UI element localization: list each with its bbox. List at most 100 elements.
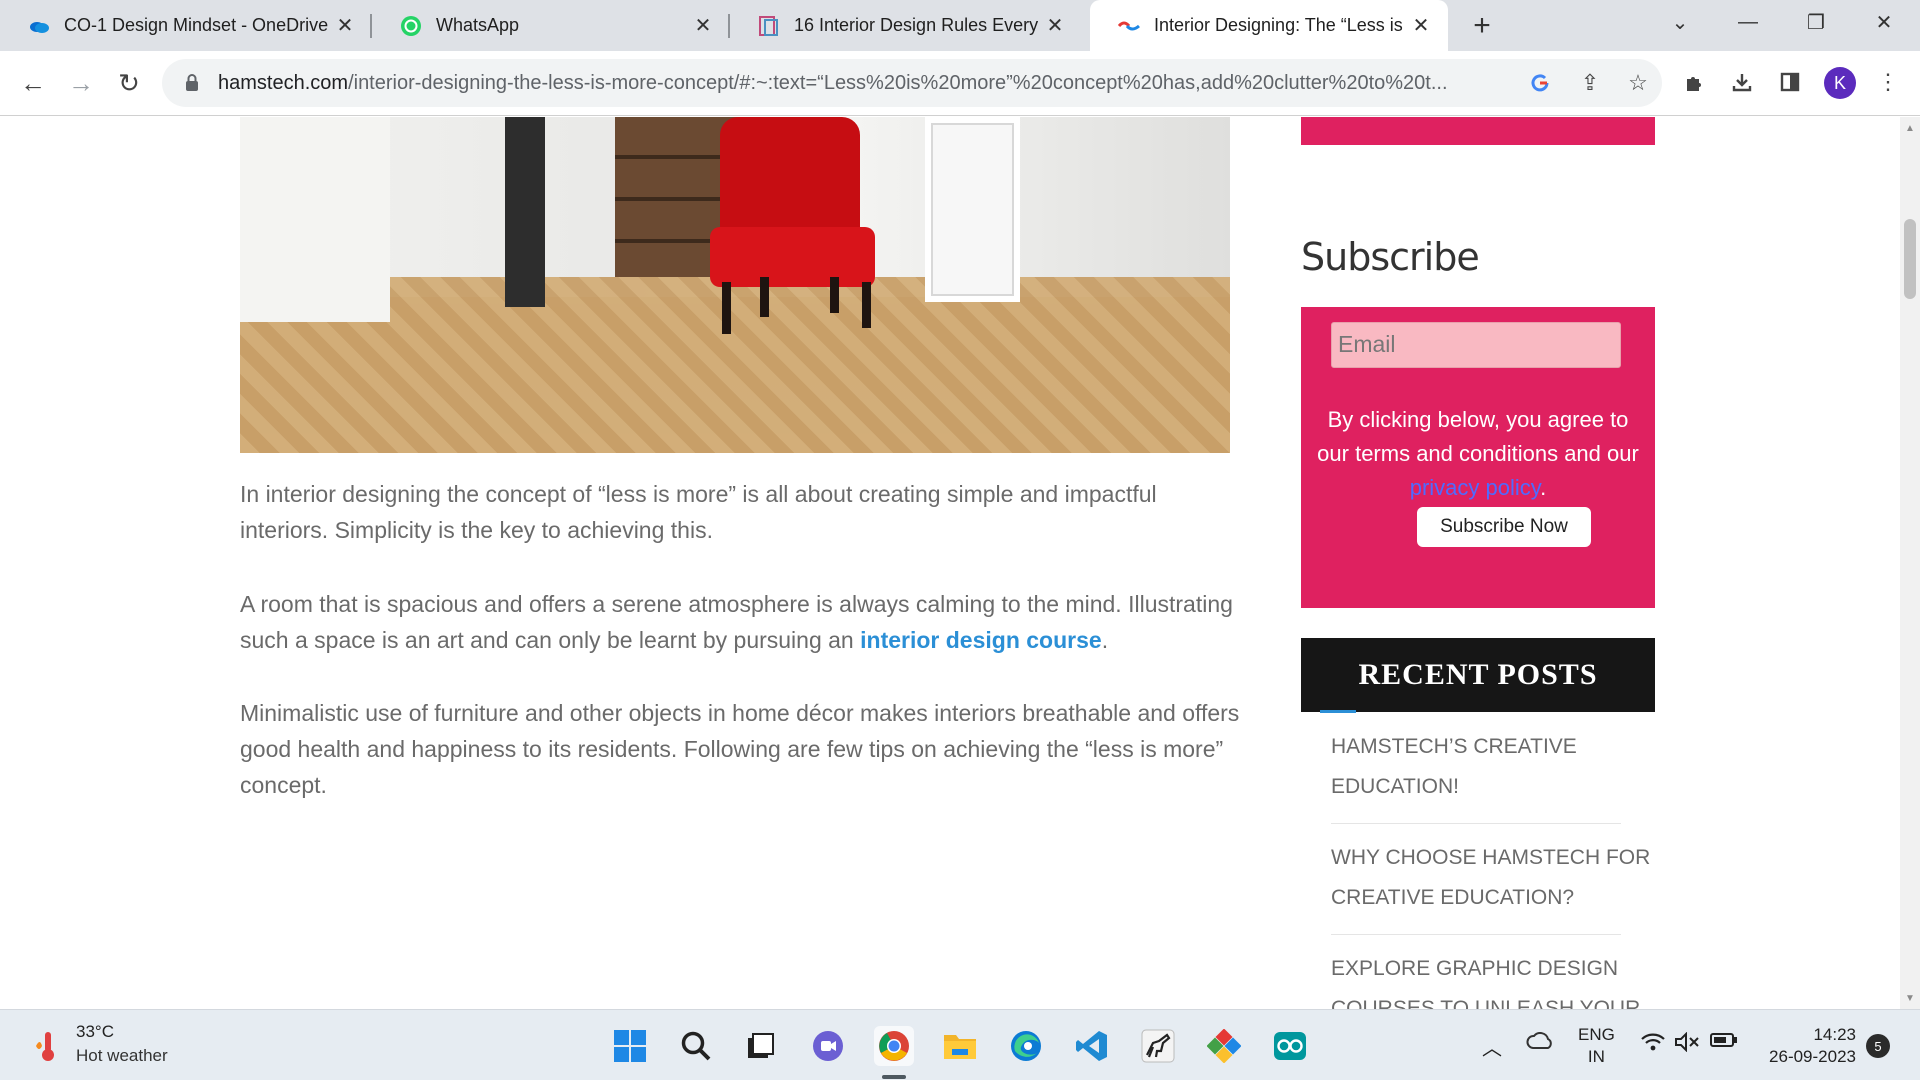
- agree-copy: By clicking below, you agree to our term…: [1317, 407, 1639, 466]
- new-tab-button[interactable]: +: [1464, 8, 1500, 44]
- web-page: In interior designing the concept of “le…: [0, 117, 1900, 1009]
- tab-title: Interior Designing: The “Less is M: [1154, 15, 1408, 35]
- close-icon[interactable]: ✕: [690, 13, 716, 39]
- paragraph-end: .: [1101, 627, 1109, 653]
- tab-onedrive[interactable]: CO-1 Design Mindset - OneDrive ✕: [0, 0, 372, 51]
- paragraph-text: In interior designing the concept of “le…: [240, 481, 1157, 543]
- tab-search-icon[interactable]: ⌄: [1652, 0, 1708, 44]
- bookmark-star-icon[interactable]: ☆: [1622, 67, 1654, 99]
- close-icon[interactable]: ✕: [1042, 13, 1068, 39]
- image-mirror: [925, 117, 1020, 302]
- sidebar-banner-edge: [1301, 117, 1655, 145]
- scroll-thumb[interactable]: [1904, 219, 1916, 299]
- recent-post-title: COURSES TO UNLEASH YOUR: [1331, 997, 1641, 1009]
- language-indicator[interactable]: ENG IN: [1578, 1024, 1615, 1068]
- minimize-icon[interactable]: —: [1720, 0, 1776, 44]
- tab-interior-rules[interactable]: 16 Interior Design Rules Every Int ✕: [730, 0, 1082, 51]
- battery-icon[interactable]: [1708, 1032, 1740, 1048]
- reload-icon[interactable]: ↻: [110, 64, 148, 102]
- share-icon[interactable]: ⇪: [1574, 67, 1606, 99]
- notification-badge[interactable]: 5: [1866, 1034, 1890, 1058]
- divider: [1331, 934, 1621, 935]
- tab-hamstech[interactable]: Interior Designing: The “Less is M ✕: [1090, 0, 1448, 51]
- task-view-icon[interactable]: [740, 1026, 780, 1066]
- article-paragraph: In interior designing the concept of “le…: [240, 476, 1240, 548]
- chrome-icon[interactable]: [874, 1026, 914, 1066]
- url-text[interactable]: hamstech.com/interior-designing-the-less…: [218, 72, 1508, 95]
- agree-text: By clicking below, you agree to our term…: [1315, 403, 1641, 505]
- side-panel-icon[interactable]: [1774, 66, 1806, 98]
- forward-icon[interactable]: →: [62, 64, 100, 102]
- teams-chat-icon[interactable]: [808, 1026, 848, 1066]
- close-icon[interactable]: ✕: [332, 13, 358, 39]
- recent-post-title: HAMSTECH’S CREATIVE: [1331, 735, 1577, 758]
- profile-avatar[interactable]: K: [1824, 67, 1856, 99]
- privacy-policy-link[interactable]: privacy policy: [1410, 475, 1540, 500]
- system-clock[interactable]: 14:23 26-09-2023: [1762, 1024, 1856, 1068]
- tab-title: 16 Interior Design Rules Every Int: [794, 15, 1042, 35]
- language-region: IN: [1587, 1047, 1605, 1066]
- recent-post-link[interactable]: HAMSTECH’S CREATIVE EDUCATION!: [1331, 727, 1661, 807]
- extensions-icon[interactable]: [1678, 66, 1710, 98]
- menu-kebab-icon[interactable]: ⋮: [1872, 66, 1904, 98]
- thermometer-icon[interactable]: [30, 1028, 60, 1064]
- email-field[interactable]: Email: [1331, 322, 1621, 368]
- paragraph-text: Minimalistic use of furniture and other …: [240, 700, 1240, 798]
- onedrive-icon: [28, 15, 50, 37]
- agree-end: .: [1540, 475, 1547, 500]
- image-chair-leg: [722, 282, 731, 334]
- recent-posts-accent: [1320, 710, 1356, 713]
- restore-icon[interactable]: ❐: [1788, 0, 1844, 44]
- download-icon[interactable]: [1726, 66, 1758, 98]
- image-chair-leg: [760, 277, 769, 317]
- tab-whatsapp[interactable]: WhatsApp ✕: [372, 0, 730, 51]
- recent-post-link[interactable]: WHY CHOOSE HAMSTECH FOR CREATIVE EDUCATI…: [1331, 838, 1661, 918]
- clock-date: 26-09-2023: [1769, 1047, 1856, 1066]
- image-pillar: [240, 117, 390, 322]
- clock-time: 14:23: [1813, 1025, 1856, 1044]
- wifi-icon[interactable]: [1638, 1032, 1668, 1052]
- recent-posts-heading: RECENT POSTS: [1301, 638, 1655, 712]
- address-bar[interactable]: hamstech.com/interior-designing-the-less…: [162, 59, 1662, 107]
- url-path: /interior-designing-the-less-is-more-con…: [348, 71, 1448, 94]
- recent-post-title: CREATIVE EDUCATION?: [1331, 886, 1575, 909]
- image-dark-doorway: [505, 117, 545, 307]
- image-red-chair-seat: [710, 227, 875, 287]
- recent-post-title: EDUCATION!: [1331, 775, 1459, 798]
- weather-description[interactable]: Hot weather: [76, 1046, 168, 1066]
- dinosaur-app-icon[interactable]: [1138, 1026, 1178, 1066]
- active-app-indicator: [882, 1075, 906, 1079]
- recent-post-link[interactable]: EXPLORE GRAPHIC DESIGN COURSES TO UNLEAS…: [1331, 949, 1661, 1009]
- article-hero-image: [240, 117, 1230, 453]
- scroll-up-icon[interactable]: ▲: [1900, 119, 1920, 137]
- close-icon[interactable]: ✕: [1408, 13, 1434, 39]
- file-explorer-icon[interactable]: [940, 1026, 980, 1066]
- image-chair-leg: [830, 277, 839, 313]
- article-paragraph: Minimalistic use of furniture and other …: [240, 695, 1240, 803]
- vscode-icon[interactable]: [1072, 1026, 1112, 1066]
- edge-icon[interactable]: [1006, 1026, 1046, 1066]
- whatsapp-icon: [400, 15, 422, 37]
- scroll-down-icon[interactable]: ▼: [1900, 989, 1920, 1007]
- page-scrollbar[interactable]: ▲ ▼: [1900, 117, 1920, 1009]
- window-close-icon[interactable]: ✕: [1856, 0, 1912, 44]
- recent-post-title: EXPLORE GRAPHIC DESIGN: [1331, 957, 1619, 980]
- subscribe-now-button[interactable]: Subscribe Now: [1417, 507, 1591, 547]
- colorful-app-icon[interactable]: [1204, 1026, 1244, 1066]
- onedrive-tray-icon[interactable]: [1524, 1032, 1556, 1050]
- lock-icon[interactable]: [182, 73, 202, 93]
- google-translate-icon[interactable]: [1524, 67, 1556, 99]
- arduino-icon[interactable]: [1270, 1026, 1310, 1066]
- windows-start-icon[interactable]: [610, 1026, 650, 1066]
- weather-temperature[interactable]: 33°C: [76, 1022, 114, 1042]
- recent-post-title: WHY CHOOSE HAMSTECH FOR: [1331, 846, 1651, 869]
- search-icon[interactable]: [676, 1026, 716, 1066]
- tray-expand-icon[interactable]: ︿: [1478, 1032, 1506, 1061]
- image-chair-leg: [862, 282, 871, 328]
- tab-title: CO-1 Design Mindset - OneDrive: [64, 15, 329, 35]
- article-paragraph: A room that is spacious and offers a ser…: [240, 586, 1240, 658]
- back-icon[interactable]: ←: [14, 64, 52, 102]
- interior-design-course-link[interactable]: interior design course: [860, 627, 1102, 653]
- speaker-muted-icon[interactable]: [1672, 1032, 1702, 1052]
- divider: [1331, 823, 1621, 824]
